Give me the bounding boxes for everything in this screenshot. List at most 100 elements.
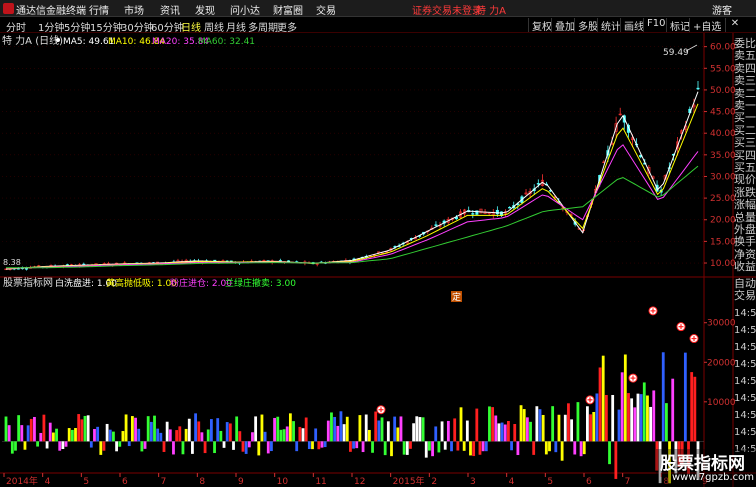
indicator-bar (345, 416, 349, 442)
indicator-bar (26, 425, 30, 442)
indicator-bar (405, 441, 409, 455)
indicator-bar (374, 411, 378, 442)
price-tick-label: 35.00 (710, 151, 736, 161)
indicator-bar (614, 441, 618, 479)
indicator-bar (134, 417, 137, 442)
trade-time-label: 14:50 (734, 359, 756, 370)
indicator-bar (146, 416, 150, 442)
indicator-bar (285, 426, 289, 442)
trade-time-label: 14:50 (734, 427, 756, 438)
period-tab-weekly[interactable]: 周线 (204, 19, 224, 34)
indicator-bar (247, 441, 251, 448)
indicator-bar (96, 426, 100, 442)
period-tab-multi[interactable]: 多周期 (248, 19, 278, 34)
indicator-bar (203, 441, 207, 454)
indicator-bar (206, 429, 210, 442)
indicator-bar (181, 441, 185, 455)
indicator-bar (548, 441, 551, 452)
price-tick-label: 45.00 (710, 108, 736, 118)
indicator-bar (608, 441, 611, 465)
period-tab-1min[interactable]: 1分钟 (38, 19, 64, 34)
indicator-bar (620, 372, 624, 442)
indicator-bar (257, 441, 261, 456)
period-tab-more[interactable]: 更多 (277, 19, 297, 34)
time-tick-label: 9 (238, 477, 244, 487)
indicator-bar (67, 428, 71, 442)
indicator-bar (497, 423, 501, 442)
quote-field-label: 收益 (734, 260, 756, 274)
period-tab-30min[interactable]: 30分钟 (121, 19, 154, 34)
indicator-bar (475, 408, 479, 442)
indicator-bar (491, 407, 495, 442)
menu-news[interactable]: 资讯 (160, 2, 180, 17)
indicator-bar (10, 441, 14, 454)
multi-stock-button[interactable]: 多股 (574, 18, 598, 33)
indicator-bar (516, 441, 520, 456)
close-icon[interactable]: ✕ (725, 18, 741, 32)
auto-trade-label[interactable]: 自动交易 (734, 278, 756, 304)
indicator-bar (7, 425, 11, 442)
indicator-bar (418, 417, 422, 442)
indicator-tick-label: 20000 (707, 358, 736, 368)
period-tab-15min[interactable]: 15分钟 (90, 19, 123, 34)
indicator-bar (364, 414, 368, 442)
statistics-button[interactable]: 统计 (597, 18, 621, 33)
price-tick-label: 15.00 (710, 237, 736, 247)
indicator-bar (295, 441, 299, 452)
menu-wealth-circle[interactable]: 财富圈 (273, 2, 303, 17)
guest-user-label[interactable]: 游客 (712, 2, 732, 17)
watermark-url: www.7gpzb.com (672, 472, 754, 483)
period-tab-timeshare[interactable]: 分时 (6, 19, 26, 34)
chart-area[interactable]: 10.00 15.00 20.00 25.00 30.00 35.00 40.00 45.00… (0, 33, 756, 487)
indicator-bar (469, 441, 472, 456)
login-status-text[interactable]: 证券交易未登录 (412, 2, 482, 17)
indicator-bar (175, 430, 179, 442)
indicator-bar (33, 416, 36, 442)
indicator-bar (554, 441, 558, 453)
indicator-bar (582, 441, 586, 455)
menu-ask[interactable]: 问小达 (230, 2, 260, 17)
add-watchlist-button[interactable]: +自选 (689, 18, 721, 33)
indicator-bar (434, 426, 438, 442)
restore-rights-button[interactable]: 复权 (528, 18, 552, 33)
indicator-bar (431, 441, 434, 457)
menu-trade[interactable]: 交易 (316, 2, 336, 17)
menu-market[interactable]: 市场 (124, 2, 144, 17)
menu-discover[interactable]: 发现 (195, 2, 215, 17)
menu-quotes[interactable]: 行情 (89, 2, 109, 17)
overlay-button[interactable]: 叠加 (551, 18, 575, 33)
period-tab-60min[interactable]: 60分钟 (151, 19, 184, 34)
indicator-bar (522, 409, 526, 442)
indicator-bar (424, 441, 428, 458)
period-tab-daily[interactable]: 日线 (181, 19, 201, 34)
indicator-bar (484, 441, 488, 452)
draw-line-button[interactable]: 画线 (620, 18, 644, 33)
indicator-bar (393, 416, 397, 442)
indicator-bar (652, 390, 656, 442)
indicator-bar (64, 441, 68, 447)
indicator-bar (304, 417, 308, 442)
indicator-bar (14, 441, 17, 451)
indicator-bar (437, 441, 441, 453)
f10-button[interactable]: F10 (643, 18, 665, 32)
app-logo-icon (3, 3, 14, 14)
indicator-bar (443, 441, 447, 450)
mark-button[interactable]: 标记 (666, 18, 690, 33)
period-tab-5min[interactable]: 5分钟 (64, 19, 90, 34)
indicator-bar (693, 376, 697, 442)
ma-settings-icon[interactable] (56, 38, 60, 42)
indicator-item-green: 兰绿庄撤卖: 3.00 (225, 277, 296, 289)
time-tick-label: 7 (625, 477, 631, 487)
time-tick-label: 7 (161, 477, 167, 487)
indicator-bar (380, 417, 384, 442)
indicator-bar (544, 441, 548, 455)
period-tab-monthly[interactable]: 月线 (226, 19, 246, 34)
indicator-bar (367, 429, 371, 442)
indicator-bar (510, 441, 513, 451)
indicator-bar (105, 423, 109, 442)
indicator-bar (573, 441, 577, 455)
candle-body (508, 206, 512, 209)
time-tick-label: 11 (315, 477, 326, 487)
indicator-bar (633, 407, 637, 442)
trade-side-panel: 自动交易 14:50 14:50 14:50 14:50 14:50 14:50 14:50… (734, 278, 756, 478)
